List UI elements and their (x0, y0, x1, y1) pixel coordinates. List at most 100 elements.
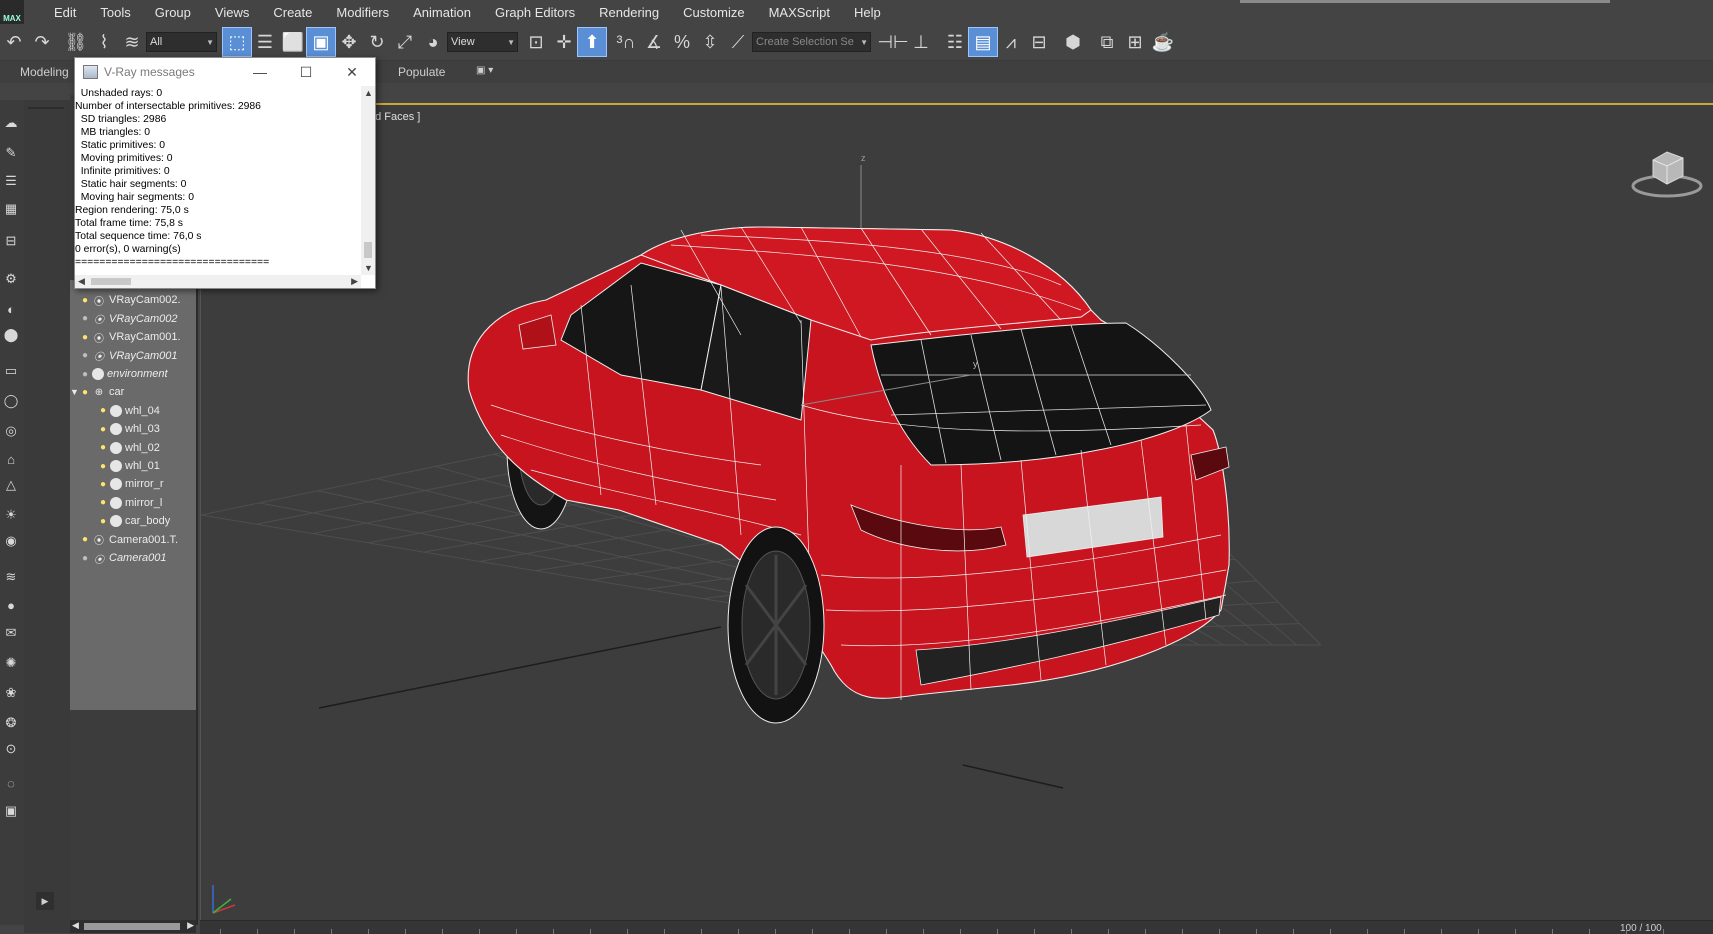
scroll-right-icon[interactable]: ▶ (187, 920, 194, 931)
scroll-thumb[interactable] (364, 242, 372, 258)
menu-item-customize[interactable]: Customize (671, 5, 756, 20)
command-panel-icon[interactable]: ☀ (2, 506, 20, 524)
command-panel-icon[interactable]: ◎ (2, 422, 20, 440)
scene-explorer-icon[interactable]: ▤ (968, 27, 998, 57)
rect-region-icon[interactable]: ⬜ (279, 28, 307, 56)
command-panel-icon[interactable]: ◐ (2, 300, 20, 318)
select-link-icon[interactable]: ⛓ (62, 28, 90, 56)
snaps-toggle-icon[interactable]: ³∩ (612, 28, 640, 56)
command-panel-icon[interactable]: ◌ (2, 774, 20, 792)
vray-titlebar[interactable]: V-Ray messages — ☐ ✕ (75, 58, 375, 86)
mirror-icon[interactable]: ⊣⊢ (877, 28, 908, 56)
menu-item-help[interactable]: Help (842, 5, 893, 20)
visibility-bulb-icon[interactable]: ● (80, 331, 90, 343)
angle-snap-icon[interactable]: ∡ (640, 28, 668, 56)
command-panel-icon[interactable]: ▦ (2, 200, 20, 218)
selection-filter-dropdown[interactable]: All ▼ (146, 32, 217, 52)
command-panel-icon[interactable]: ⌂ (2, 450, 20, 468)
command-panel-icon[interactable]: ▣ (2, 802, 20, 820)
scene-item[interactable]: ● whl_02 (98, 439, 160, 457)
scene-item[interactable]: ● ⦿ VRayCam002. (80, 291, 181, 309)
menu-item-views[interactable]: Views (203, 5, 261, 20)
visibility-bulb-icon[interactable]: ● (98, 405, 108, 417)
visibility-bulb-icon[interactable]: ● (80, 552, 90, 564)
menu-item-create[interactable]: Create (261, 5, 324, 20)
command-panel-icon[interactable]: ≋ (2, 568, 20, 586)
command-panel-icon[interactable]: ❀ (2, 684, 20, 702)
visibility-bulb-icon[interactable]: ● (80, 368, 90, 380)
expand-panel-icon[interactable]: ▶ (36, 892, 54, 910)
percent-snap-icon[interactable]: % (668, 28, 696, 56)
unlink-icon[interactable]: ⌇ (90, 28, 118, 56)
scene-item[interactable]: ● whl_01 (98, 457, 160, 475)
material-editor-icon[interactable]: ⬢ (1059, 28, 1087, 56)
command-panel-icon[interactable]: △ (2, 476, 20, 494)
tab-populate[interactable]: Populate (398, 65, 445, 79)
visibility-bulb-icon[interactable]: ● (80, 534, 90, 546)
command-panel-icon[interactable]: ◉ (2, 532, 20, 550)
menu-item-maxscript[interactable]: MAXScript (757, 5, 842, 20)
command-panel-icon[interactable]: ⊙ (2, 740, 20, 758)
scene-item[interactable]: ● environment (80, 365, 168, 383)
move-icon[interactable]: ✥ (335, 28, 363, 56)
command-panel-icon[interactable]: ▭ (2, 362, 20, 380)
visibility-bulb-icon[interactable]: ● (98, 478, 108, 490)
maximize-icon[interactable]: ☐ (283, 58, 329, 86)
ref-coord-dropdown[interactable]: View ▼ (447, 32, 518, 52)
scene-item[interactable]: ▼ ● ⊕ car (70, 383, 124, 401)
scene-item[interactable]: ● ⦿ Camera001 (80, 549, 167, 567)
ribbon-options-icon[interactable]: ▣ ▾ (476, 65, 493, 76)
menu-item-edit[interactable]: Edit (42, 5, 88, 20)
visibility-bulb-icon[interactable]: ● (98, 497, 108, 509)
app-logo[interactable]: MAX (0, 0, 24, 24)
spinner-snap-icon[interactable]: ⇳ (696, 28, 724, 56)
align-icon[interactable]: ⊥ (907, 28, 935, 56)
perspective-viewport[interactable]: ed Faces ] z y (200, 103, 1713, 922)
scene-item[interactable]: ● mirror_r (98, 475, 164, 493)
visibility-bulb-icon[interactable]: ● (98, 460, 108, 472)
command-panel-icon[interactable]: ◯ (2, 392, 20, 410)
explorer-horizontal-scrollbar[interactable]: ◀ ▶ (70, 920, 196, 933)
tab-modeling[interactable]: Modeling (20, 65, 69, 79)
use-pivot-icon[interactable]: ⊡ (522, 28, 550, 56)
scale-icon[interactable]: ⤢ (391, 28, 419, 56)
window-crossing-icon[interactable]: ▣ (306, 27, 336, 57)
rendered-frame-window-icon[interactable]: ⊞ (1121, 28, 1149, 56)
scene-item[interactable]: ● ⦿ Camera001.T. (80, 531, 178, 549)
command-panel-icon[interactable]: ⚙ (2, 270, 20, 288)
expand-toggle-icon[interactable]: ▼ (70, 387, 80, 397)
schematic-view-icon[interactable]: ⊟ (1025, 28, 1053, 56)
scene-item[interactable]: ● ⦿ VRayCam001. (80, 328, 181, 346)
scene-item[interactable]: ● car_body (98, 512, 170, 530)
keyboard-shortcut-icon[interactable]: ⬆ (577, 27, 607, 57)
scene-item[interactable]: ● mirror_l (98, 494, 162, 512)
visibility-bulb-icon[interactable]: ● (98, 442, 108, 454)
command-panel-icon[interactable]: ✎ (2, 144, 20, 162)
placement-icon[interactable]: ◕ (419, 28, 447, 56)
viewcube-icon[interactable] (1629, 140, 1705, 200)
scene-item[interactable]: ● ⦿ VRayCam001 (80, 347, 178, 365)
render-icon[interactable]: ☕ (1149, 28, 1177, 56)
scroll-left-icon[interactable]: ◀ (78, 276, 85, 287)
scroll-thumb[interactable] (84, 923, 180, 930)
menu-item-animation[interactable]: Animation (401, 5, 483, 20)
menu-item-rendering[interactable]: Rendering (587, 5, 671, 20)
redo-icon[interactable]: ↷ (28, 28, 56, 56)
scroll-up-icon[interactable]: ▲ (364, 88, 373, 98)
log-vertical-scrollbar[interactable]: ▲ ▼ (361, 86, 375, 275)
scroll-left-icon[interactable]: ◀ (72, 920, 79, 931)
scene-item[interactable]: ● ⦿ VRayCam002 (80, 310, 178, 328)
render-setup-icon[interactable]: ⧉ (1093, 28, 1121, 56)
menu-item-graph-editors[interactable]: Graph Editors (483, 5, 587, 20)
command-panel-icon[interactable]: ● (2, 596, 20, 614)
command-panel-icon[interactable]: ⬤ (2, 326, 20, 344)
rotate-icon[interactable]: ↻ (363, 28, 391, 56)
command-panel-icon[interactable]: ✉ (2, 624, 20, 642)
select-object-icon[interactable]: ⬚ (222, 27, 252, 57)
scene-item[interactable]: ● whl_04 (98, 402, 160, 420)
scroll-down-icon[interactable]: ▼ (364, 263, 373, 273)
layers-icon[interactable]: ☷ (941, 28, 969, 56)
minimize-icon[interactable]: — (237, 58, 283, 86)
visibility-bulb-icon[interactable]: ● (98, 515, 108, 527)
command-panel-icon[interactable]: ☁ (2, 114, 20, 132)
